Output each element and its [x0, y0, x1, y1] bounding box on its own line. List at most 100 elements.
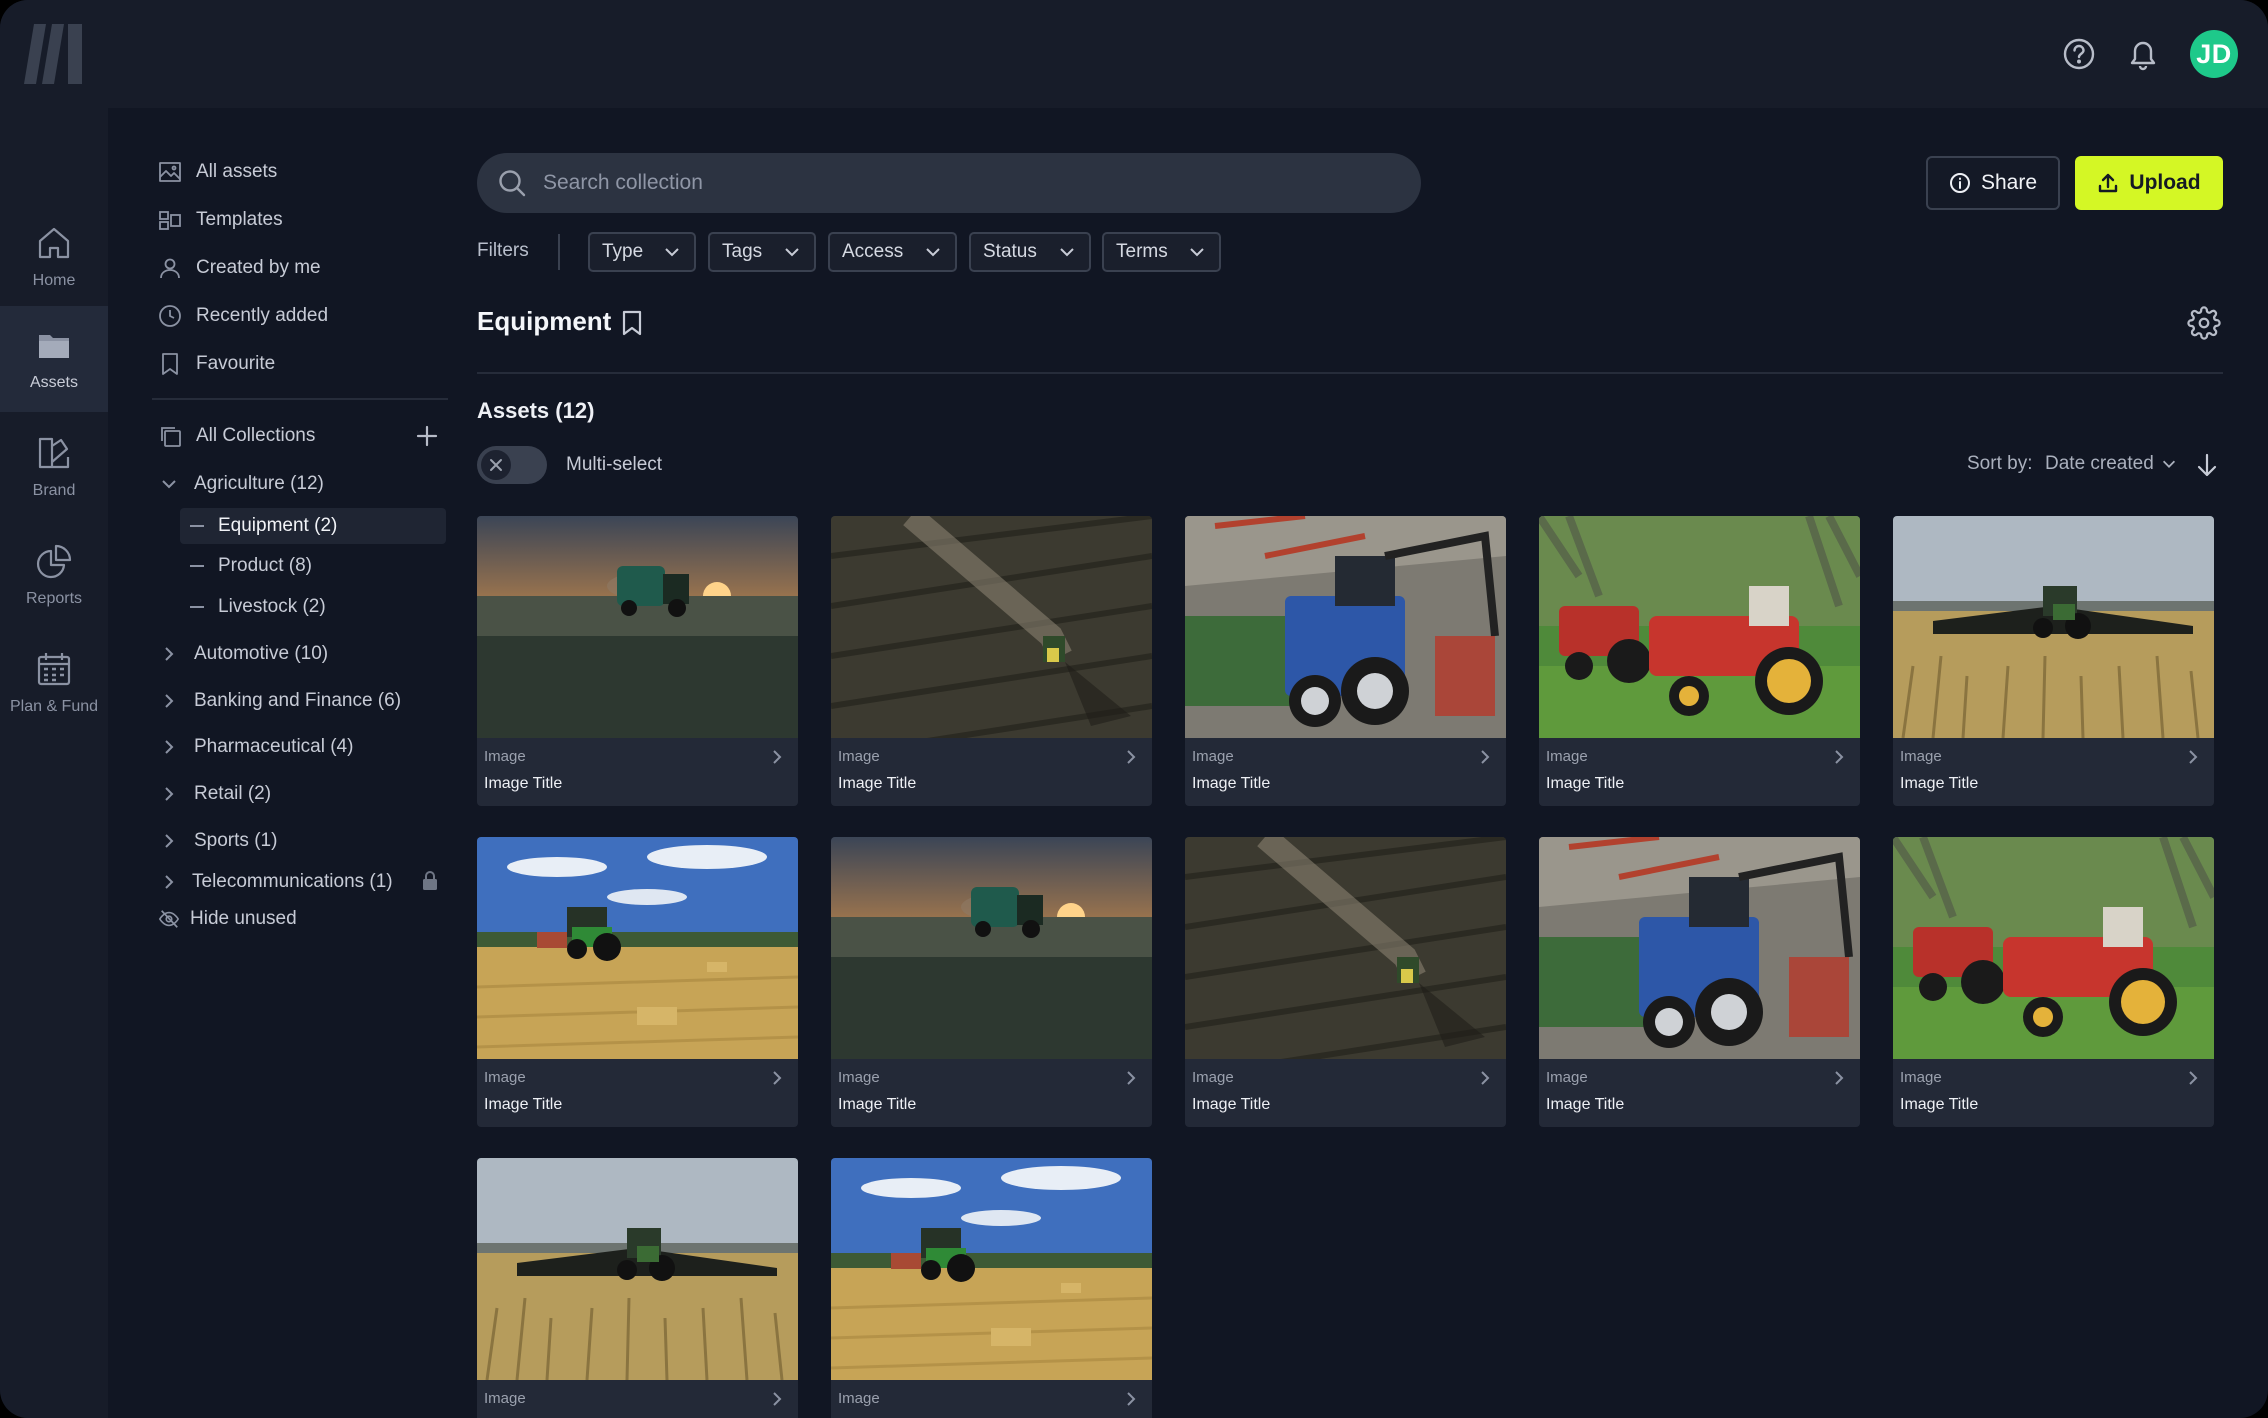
- rail-item-brand[interactable]: Brand: [0, 414, 108, 520]
- filter-tags[interactable]: Tags: [708, 232, 816, 272]
- asset-card[interactable]: ImageImage Title: [1893, 516, 2214, 806]
- sidebar-link-label: Created by me: [196, 257, 321, 278]
- tree-item-banking-finance[interactable]: Banking and Finance (6): [158, 685, 401, 717]
- share-button[interactable]: Share: [1926, 156, 2060, 210]
- tree-item-automotive[interactable]: Automotive (10): [158, 638, 328, 670]
- asset-card[interactable]: ImageImage Title: [477, 1158, 798, 1418]
- asset-card[interactable]: ImageImage Title: [831, 837, 1152, 1127]
- upload-label: Upload: [2129, 171, 2201, 194]
- sidebar-link-recently-added[interactable]: Recently added: [158, 301, 328, 331]
- asset-card[interactable]: ImageImage Title: [477, 516, 798, 806]
- search-input[interactable]: [543, 171, 1383, 195]
- chevron-right-icon[interactable]: [1475, 747, 1495, 767]
- chevron-right-icon[interactable]: [1829, 1068, 1849, 1088]
- sidebar-link-created-by-me[interactable]: Created by me: [158, 253, 321, 283]
- chevron-right-icon[interactable]: [158, 690, 180, 712]
- filter-status[interactable]: Status: [969, 232, 1091, 272]
- search-bar[interactable]: [477, 153, 1421, 213]
- sidebar-link-templates[interactable]: Templates: [158, 205, 283, 235]
- bell-icon[interactable]: [2123, 34, 2163, 74]
- chevron-right-icon[interactable]: [1121, 1389, 1141, 1409]
- rail-item-plan-fund[interactable]: Plan & Fund: [0, 630, 108, 736]
- asset-card[interactable]: ImageImage Title: [1539, 837, 1860, 1127]
- chevron-right-icon[interactable]: [767, 747, 787, 767]
- filter-terms[interactable]: Terms: [1102, 232, 1221, 272]
- main-divider: [477, 372, 2223, 374]
- tree-item-label: Product (8): [218, 555, 312, 576]
- asset-thumbnail[interactable]: [477, 837, 798, 1059]
- sidebar-all-collections[interactable]: All Collections: [158, 421, 315, 451]
- asset-type: Image: [838, 748, 880, 765]
- image-icon: [159, 162, 181, 182]
- filter-access[interactable]: Access: [828, 232, 957, 272]
- upload-button[interactable]: Upload: [2075, 156, 2223, 210]
- tree-item-agriculture[interactable]: Agriculture (12): [158, 468, 324, 500]
- sort-direction-icon[interactable]: [2194, 452, 2220, 478]
- asset-card[interactable]: ImageImage Title: [1185, 837, 1506, 1127]
- bookmark-icon: [162, 353, 178, 375]
- asset-title: Image Title: [1192, 1096, 1271, 1113]
- chevron-right-icon[interactable]: [158, 643, 180, 665]
- rail-item-assets[interactable]: Assets: [0, 306, 108, 412]
- clock-icon: [159, 305, 181, 327]
- asset-card[interactable]: ImageImage Title: [1185, 516, 1506, 806]
- search-icon: [499, 170, 526, 197]
- asset-thumbnail[interactable]: [831, 837, 1152, 1059]
- logo-mark-icon[interactable]: [24, 24, 86, 84]
- tree-item-telecommunications[interactable]: Telecommunications (1): [158, 866, 393, 898]
- asset-thumbnail[interactable]: [831, 1158, 1152, 1380]
- folder-icon: [39, 335, 69, 358]
- gear-icon[interactable]: [2187, 306, 2221, 340]
- chevron-right-icon[interactable]: [158, 871, 180, 893]
- asset-thumbnail[interactable]: [1893, 837, 2214, 1059]
- asset-card[interactable]: ImageImage Title: [831, 1158, 1152, 1418]
- asset-title: Image Title: [1900, 1096, 1979, 1113]
- chevron-right-icon[interactable]: [158, 830, 180, 852]
- asset-thumbnail[interactable]: [1185, 516, 1506, 738]
- tree-subitem-livestock[interactable]: Livestock (2): [180, 589, 446, 625]
- chevron-right-icon[interactable]: [2183, 1068, 2203, 1088]
- chevron-right-icon[interactable]: [1121, 747, 1141, 767]
- tree-item-label: Automotive (10): [194, 643, 329, 664]
- chevron-right-icon[interactable]: [2183, 747, 2203, 767]
- rail-item-reports[interactable]: Reports: [0, 522, 108, 628]
- sidebar-link-favourite[interactable]: Favourite: [158, 349, 275, 379]
- sort-dropdown[interactable]: Date created: [2045, 453, 2178, 475]
- avatar[interactable]: JD: [2190, 30, 2238, 78]
- asset-thumbnail[interactable]: [477, 1158, 798, 1380]
- chevron-down-icon[interactable]: [158, 473, 180, 495]
- asset-card[interactable]: ImageImage Title: [831, 516, 1152, 806]
- chevron-right-icon[interactable]: [1475, 1068, 1495, 1088]
- asset-thumbnail[interactable]: [1185, 837, 1506, 1059]
- help-circle-icon[interactable]: [2059, 34, 2099, 74]
- filter-label: Type: [602, 241, 644, 262]
- tree-subitem-equipment[interactable]: Equipment (2): [180, 508, 446, 544]
- tree-subitem-product[interactable]: Product (8): [180, 548, 446, 584]
- asset-thumbnail[interactable]: [1893, 516, 2214, 738]
- close-icon: [490, 459, 502, 471]
- asset-thumbnail[interactable]: [477, 516, 798, 738]
- asset-card[interactable]: ImageImage Title: [1893, 837, 2214, 1127]
- chevron-right-icon[interactable]: [1829, 747, 1849, 767]
- chevron-right-icon[interactable]: [158, 736, 180, 758]
- chevron-right-icon[interactable]: [1121, 1068, 1141, 1088]
- asset-thumbnail[interactable]: [1539, 837, 1860, 1059]
- sidebar-link-all-assets[interactable]: All assets: [158, 157, 277, 187]
- hide-unused-toggle[interactable]: Hide unused: [158, 903, 297, 935]
- rail-item-home[interactable]: Home: [0, 204, 108, 310]
- chevron-down-icon: [1060, 248, 1074, 257]
- add-collection-icon[interactable]: [415, 424, 439, 448]
- tree-item-retail[interactable]: Retail (2): [158, 778, 271, 810]
- asset-thumbnail[interactable]: [831, 516, 1152, 738]
- chevron-right-icon[interactable]: [158, 783, 180, 805]
- chevron-right-icon[interactable]: [767, 1068, 787, 1088]
- bookmark-icon[interactable]: [618, 308, 646, 338]
- chevron-right-icon[interactable]: [767, 1389, 787, 1409]
- asset-card[interactable]: ImageImage Title: [477, 837, 798, 1127]
- tree-item-pharmaceutical[interactable]: Pharmaceutical (4): [158, 731, 353, 763]
- asset-thumbnail[interactable]: [1539, 516, 1860, 738]
- multiselect-toggle[interactable]: [477, 446, 547, 484]
- asset-card[interactable]: ImageImage Title: [1539, 516, 1860, 806]
- filter-type[interactable]: Type: [588, 232, 696, 272]
- tree-item-sports[interactable]: Sports (1): [158, 825, 277, 857]
